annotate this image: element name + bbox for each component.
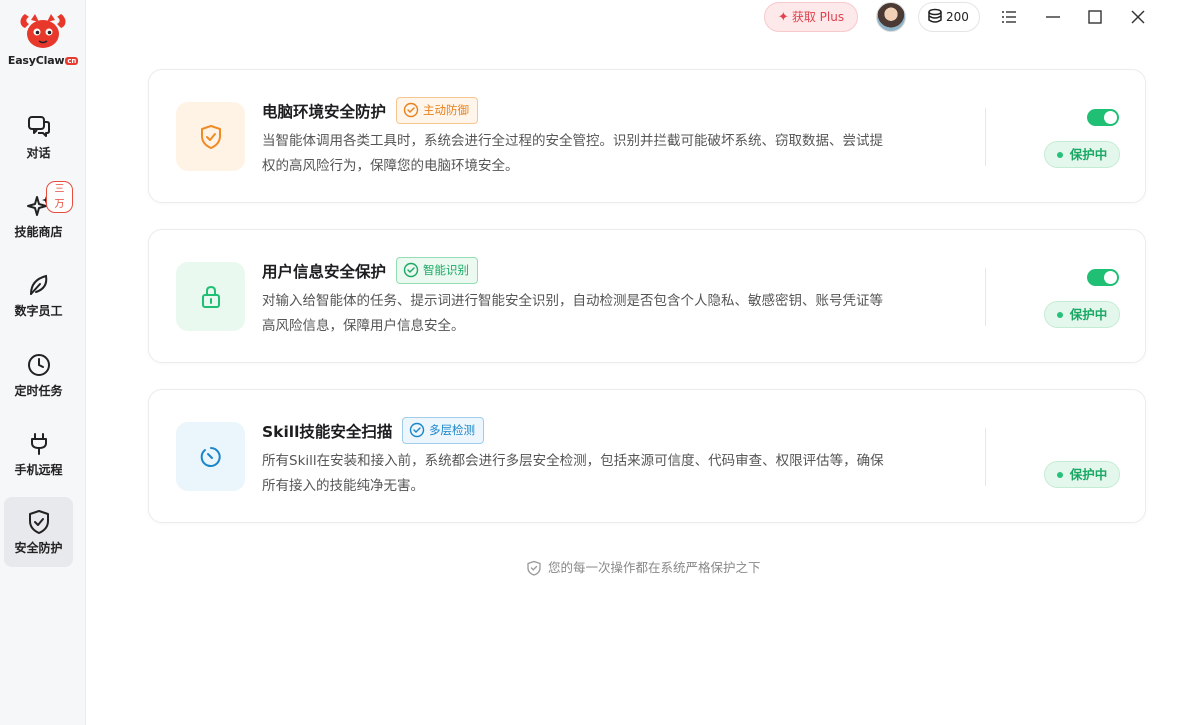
status-badge: 保护中 bbox=[1044, 141, 1120, 168]
status-badge: 保护中 bbox=[1044, 461, 1120, 488]
sidebar-item-digital-staff[interactable]: 数字员工 bbox=[4, 260, 73, 330]
minimize-icon[interactable] bbox=[1042, 6, 1064, 28]
card-description: 当智能体调用各类工具时，系统会进行全过程的安全管控。识别并拦截可能破坏系统、窃取… bbox=[262, 133, 883, 174]
divider bbox=[985, 268, 986, 326]
sidebar-item-label: 对话 bbox=[26, 146, 51, 160]
shield-check-icon bbox=[527, 560, 541, 576]
card-tag: 智能识别 bbox=[396, 257, 478, 284]
divider bbox=[985, 108, 986, 166]
protection-toggle[interactable] bbox=[1087, 269, 1119, 286]
skill-store-badge: 三万 bbox=[46, 181, 73, 213]
clock-icon bbox=[27, 354, 50, 376]
card-title: 用户信息安全保护 bbox=[262, 263, 387, 281]
check-circle-icon bbox=[403, 102, 419, 118]
sidebar-item-label: 技能商店 bbox=[14, 225, 63, 239]
sidebar-item-scheduled-tasks[interactable]: 定时任务 bbox=[4, 340, 73, 410]
sidebar-item-security[interactable]: 安全防护 bbox=[4, 497, 73, 567]
logo-badge: cn bbox=[65, 57, 79, 65]
security-card-computer-env: 电脑环境安全防护 主动防御 当智能体调用各类工具时，系统会进行全过程的安全管控。… bbox=[148, 69, 1146, 203]
maximize-icon[interactable] bbox=[1084, 6, 1106, 28]
sparkle-icon: ✦ bbox=[777, 10, 789, 25]
sidebar-item-label: 安全防护 bbox=[14, 541, 63, 555]
card-icon-box bbox=[176, 262, 245, 331]
app-window: EasyClaw cn 对话 三万 技能商店 数字员工 定时任务 手机远程 安全… bbox=[0, 0, 1200, 725]
sidebar-item-chat[interactable]: 对话 bbox=[4, 102, 73, 172]
menu-icon[interactable] bbox=[998, 6, 1020, 28]
coin-count: 200 bbox=[946, 10, 969, 24]
check-circle-icon bbox=[409, 422, 425, 438]
lock-icon bbox=[201, 285, 220, 308]
chat-icon bbox=[27, 116, 50, 137]
sidebar-item-label: 定时任务 bbox=[14, 384, 63, 398]
scan-icon bbox=[200, 447, 221, 467]
crab-logo-icon bbox=[20, 14, 66, 48]
footer-note: 您的每一次操作都在系统严格保护之下 bbox=[526, 557, 761, 576]
get-plus-button[interactable]: ✦ 获取 Plus bbox=[764, 2, 858, 32]
security-card-skill-scan: Skill技能安全扫描 多层检测 所有Skill在安装和接入前，系统都会进行多层… bbox=[148, 389, 1146, 523]
card-tag: 多层检测 bbox=[402, 417, 484, 444]
sidebar-item-label: 手机远程 bbox=[14, 463, 63, 477]
card-description: 对输入给智能体的任务、提示词进行智能安全识别，自动检测是否包含个人隐私、敏感密钥… bbox=[262, 293, 883, 334]
check-circle-icon bbox=[403, 262, 419, 278]
logo: EasyClaw cn bbox=[0, 10, 86, 74]
shield-check-icon bbox=[200, 125, 221, 149]
card-description: 所有Skill在安装和接入前，系统都会进行多层安全检测，包括来源可信度、代码审查… bbox=[262, 453, 884, 494]
avatar[interactable] bbox=[876, 2, 906, 32]
card-icon-box bbox=[176, 422, 245, 491]
shield-check-icon bbox=[28, 510, 49, 534]
card-title: Skill技能安全扫描 bbox=[262, 423, 393, 441]
card-icon-box bbox=[176, 102, 245, 171]
sidebar-item-phone-remote[interactable]: 手机远程 bbox=[4, 419, 73, 489]
coin-stack-icon bbox=[928, 8, 942, 23]
leaf-icon bbox=[29, 274, 47, 295]
sidebar-item-label: 数字员工 bbox=[14, 304, 63, 318]
status-badge: 保护中 bbox=[1044, 301, 1120, 328]
protection-toggle[interactable] bbox=[1087, 109, 1119, 126]
card-title: 电脑环境安全防护 bbox=[262, 103, 387, 121]
sidebar: EasyClaw cn 对话 三万 技能商店 数字员工 定时任务 手机远程 安全… bbox=[0, 0, 86, 725]
sidebar-item-skill-store[interactable]: 三万 技能商店 bbox=[4, 181, 73, 251]
coin-balance[interactable]: 200 bbox=[918, 2, 980, 32]
top-bar: ✦ 获取 Plus 200 bbox=[764, 0, 1200, 36]
plug-icon bbox=[30, 433, 47, 455]
divider bbox=[985, 428, 986, 486]
security-card-user-info: 用户信息安全保护 智能识别 对输入给智能体的任务、提示词进行智能安全识别，自动检… bbox=[148, 229, 1146, 363]
card-tag: 主动防御 bbox=[396, 97, 478, 124]
logo-text: EasyClaw bbox=[7, 54, 65, 67]
close-icon[interactable] bbox=[1127, 6, 1149, 28]
